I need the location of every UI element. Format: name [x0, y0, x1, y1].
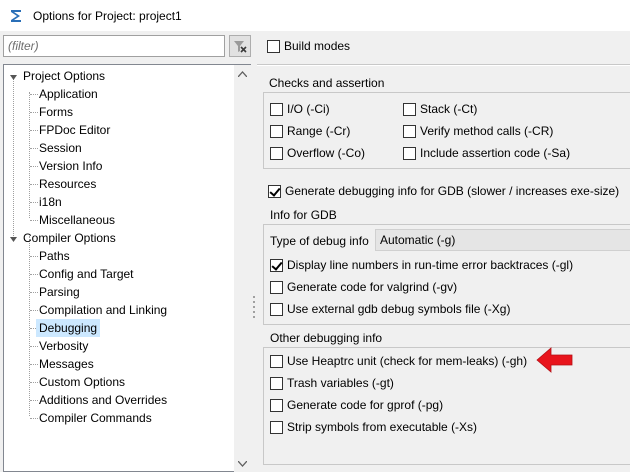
tree-item-verbosity[interactable]: Verbosity — [36, 337, 91, 355]
tree-item-paths[interactable]: Paths — [36, 247, 73, 265]
checkbox-box — [268, 184, 281, 198]
verify-method-calls-checkbox[interactable]: Verify method calls (-CR) — [403, 123, 553, 139]
checkbox-box — [270, 420, 283, 434]
checkbox-box — [270, 124, 283, 138]
tree-item-i18n[interactable]: i18n — [36, 193, 65, 211]
checkbox-label: I/O (-Ci) — [287, 102, 330, 116]
lazarus-icon — [11, 9, 21, 22]
checkbox-label: Use external gdb debug symbols file (-Xg… — [287, 302, 511, 316]
tree-item-version-info[interactable]: Version Info — [36, 157, 105, 175]
debugging-options-panel: Build modes Checks and assertion I/O (-C… — [257, 31, 630, 472]
external-gdb-symbols-checkbox[interactable]: Use external gdb debug symbols file (-Xg… — [270, 301, 510, 317]
checkbox-label: Use Heaptrc unit (check for mem-leaks) (… — [287, 354, 528, 368]
checkbox-label: Overflow (-Co) — [287, 146, 366, 160]
collapse-icon[interactable] — [9, 235, 18, 244]
checkbox-box — [267, 39, 280, 53]
generate-debug-info-checkbox[interactable]: Generate debugging info for GDB (slower … — [268, 183, 619, 199]
stack-check-checkbox[interactable]: Stack (-Ct) — [403, 101, 477, 117]
range-check-checkbox[interactable]: Range (-Cr) — [270, 123, 350, 139]
tree-item-compiler-commands[interactable]: Compiler Commands — [36, 409, 155, 427]
clear-filter-button[interactable] — [229, 35, 251, 57]
red-arrow-icon — [536, 347, 573, 373]
strip-symbols-checkbox[interactable]: Strip symbols from executable (-Xs) — [270, 419, 477, 435]
line-numbers-checkbox[interactable]: Display line numbers in run-time error b… — [270, 257, 573, 273]
gdb-group-title: Info for GDB — [270, 208, 337, 222]
scroll-up-button[interactable] — [234, 65, 251, 82]
tree-item-debugging[interactable]: Debugging — [36, 319, 101, 337]
checkbox-box — [270, 376, 283, 390]
tree-item-parsing[interactable]: Parsing — [36, 283, 83, 301]
checkbox-box — [270, 302, 283, 316]
checkbox-label: Include assertion code (-Sa) — [420, 146, 571, 160]
checkbox-box — [403, 146, 416, 160]
tree-item-additions-and-overrides[interactable]: Additions and Overrides — [36, 391, 170, 409]
tree-item-compiler-options[interactable]: Compiler Options — [20, 229, 119, 247]
checkbox-label: Generate code for gprof (-pg) — [287, 398, 444, 412]
tree-item-project-options[interactable]: Project Options — [20, 67, 108, 85]
tree-item-custom-options[interactable]: Custom Options — [36, 373, 128, 391]
valgrind-checkbox[interactable]: Generate code for valgrind (-gv) — [270, 279, 457, 295]
trash-variables-checkbox[interactable]: Trash variables (-gt) — [270, 375, 394, 391]
checkbox-label: Display line numbers in run-time error b… — [287, 258, 574, 272]
tree-item-messages[interactable]: Messages — [36, 355, 97, 373]
chevron-up-icon — [238, 70, 247, 77]
checkbox-label: Verify method calls (-CR) — [420, 124, 554, 138]
other-debug-group-title: Other debugging info — [270, 331, 383, 345]
debug-info-type-label: Type of debug info — [270, 234, 369, 248]
overflow-check-checkbox[interactable]: Overflow (-Co) — [270, 145, 365, 161]
heaptrc-checkbox[interactable]: Use Heaptrc unit (check for mem-leaks) (… — [270, 353, 527, 369]
checkbox-box — [270, 146, 283, 160]
checkbox-label: Trash variables (-gt) — [287, 376, 394, 390]
options-navigation-pane: Project Options ApplicationFormsFPDoc Ed… — [0, 31, 251, 472]
tree-item-resources[interactable]: Resources — [36, 175, 99, 193]
debug-info-type-select[interactable]: Automatic (-g) — [375, 229, 630, 251]
checkbox-box — [270, 280, 283, 294]
checkbox-box — [403, 124, 416, 138]
title-bar: Options for Project: project1 — [0, 0, 630, 31]
scroll-down-button[interactable] — [234, 455, 251, 472]
checkbox-label: Build modes — [284, 39, 351, 53]
tree-item-application[interactable]: Application — [36, 85, 101, 103]
tree-scrollbar[interactable] — [234, 65, 251, 472]
checkbox-label: Generate code for valgrind (-gv) — [287, 280, 458, 294]
options-tree: Project Options Application Forms FPDoc Ed… — [3, 64, 251, 472]
window-title: Options for Project: project1 — [33, 8, 182, 23]
filter-input[interactable] — [3, 35, 225, 57]
checkbox-label: Stack (-Ct) — [420, 102, 478, 116]
checkbox-box — [270, 102, 283, 116]
checkbox-box — [270, 354, 283, 368]
chevron-down-icon — [238, 460, 247, 467]
include-assertion-checkbox[interactable]: Include assertion code (-Sa) — [403, 145, 570, 161]
io-check-checkbox[interactable]: I/O (-Ci) — [270, 101, 330, 117]
checkbox-label: Strip symbols from executable (-Xs) — [287, 420, 478, 434]
build-modes-checkbox[interactable]: Build modes — [267, 38, 350, 54]
tree-item-session[interactable]: Session — [36, 139, 85, 157]
checkbox-label: Range (-Cr) — [287, 124, 351, 138]
tree-item-config-and-target[interactable]: Config and Target — [36, 265, 137, 283]
tree-item-forms[interactable]: Forms — [36, 103, 76, 121]
tree-item-compilation-and-linking[interactable]: Compilation and Linking — [36, 301, 170, 319]
checkbox-box — [270, 258, 283, 272]
tree-item-miscellaneous[interactable]: Miscellaneous — [36, 211, 118, 229]
collapse-icon[interactable] — [9, 73, 18, 82]
clear-filter-icon — [234, 41, 247, 53]
tree-item-fpdoc-editor[interactable]: FPDoc Editor — [36, 121, 113, 139]
checkbox-label: Generate debugging info for GDB (slower … — [285, 184, 620, 198]
checkbox-box — [270, 398, 283, 412]
checkbox-box — [403, 102, 416, 116]
checks-group-title: Checks and assertion — [269, 76, 385, 90]
gprof-checkbox[interactable]: Generate code for gprof (-pg) — [270, 397, 443, 413]
